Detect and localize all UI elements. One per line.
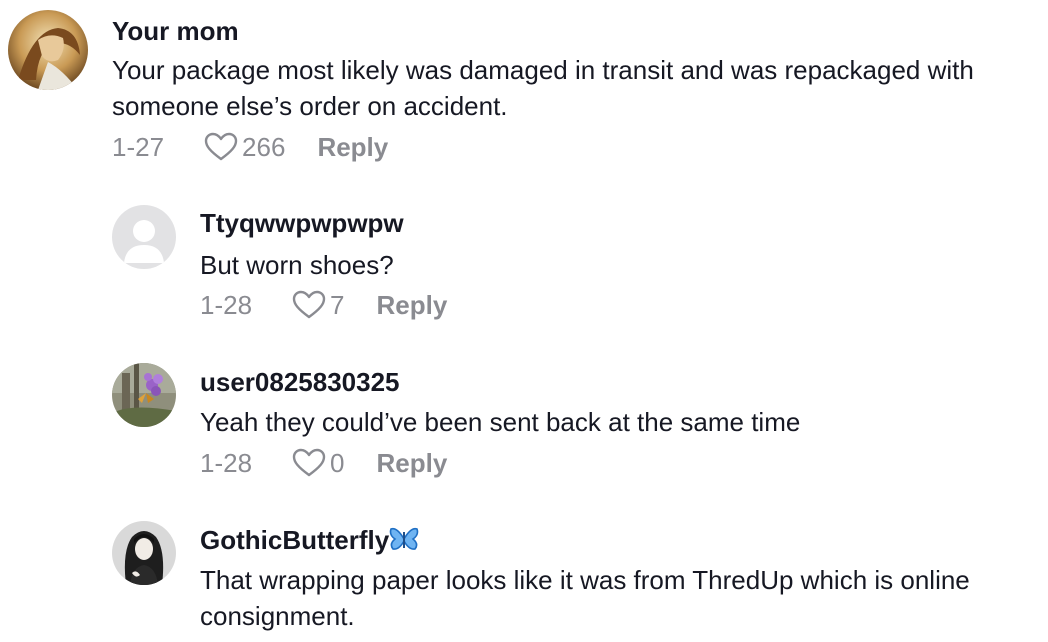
- comment-text: But worn shoes?: [200, 250, 394, 280]
- user-avatar[interactable]: [112, 363, 176, 427]
- user-avatar[interactable]: [112, 521, 176, 585]
- like-button[interactable]: 266: [204, 132, 285, 163]
- like-count: 7: [330, 289, 345, 320]
- default-avatar-icon: [112, 205, 176, 269]
- username[interactable]: Your mom: [112, 16, 239, 47]
- username[interactable]: GothicButterfly: [200, 525, 419, 556]
- comment-date: 1-27: [112, 131, 165, 162]
- comment-text: Yeah they could’ve been sent back at the…: [200, 407, 801, 437]
- avatar-illustration-icon: [8, 10, 88, 90]
- user-avatar[interactable]: [112, 205, 176, 269]
- butterfly-emoji-icon: [389, 527, 419, 550]
- username[interactable]: Ttyqwwpwpwpw: [200, 208, 404, 239]
- like-button[interactable]: 7: [292, 289, 345, 321]
- flower-photo-icon: [112, 363, 176, 427]
- comment-meta: 1-28 0 Reply: [200, 446, 447, 480]
- comment-date: 1-28: [200, 447, 253, 478]
- comment-meta: 1-27 266 Reply: [112, 130, 388, 164]
- heart-icon: [292, 448, 326, 477]
- person-photo-icon: [112, 521, 176, 585]
- like-count: 266: [242, 131, 286, 162]
- heart-icon: [292, 290, 326, 319]
- like-count: 0: [330, 447, 345, 478]
- heart-icon: [204, 132, 238, 161]
- comment-date: 1-28: [200, 289, 253, 320]
- like-button[interactable]: 0: [292, 447, 345, 479]
- reply-button[interactable]: Reply: [317, 132, 388, 163]
- comment-text: Your package most likely was damaged in …: [112, 55, 974, 121]
- username-text: GothicButterfly: [200, 525, 390, 555]
- user-avatar[interactable]: [8, 10, 88, 90]
- reply-button[interactable]: Reply: [377, 448, 448, 479]
- comment-text: That wrapping paper looks like it was fr…: [200, 565, 970, 631]
- comment-meta: 1-28 7 Reply: [200, 288, 447, 322]
- username[interactable]: user0825830325: [200, 367, 400, 398]
- reply-button[interactable]: Reply: [377, 290, 448, 321]
